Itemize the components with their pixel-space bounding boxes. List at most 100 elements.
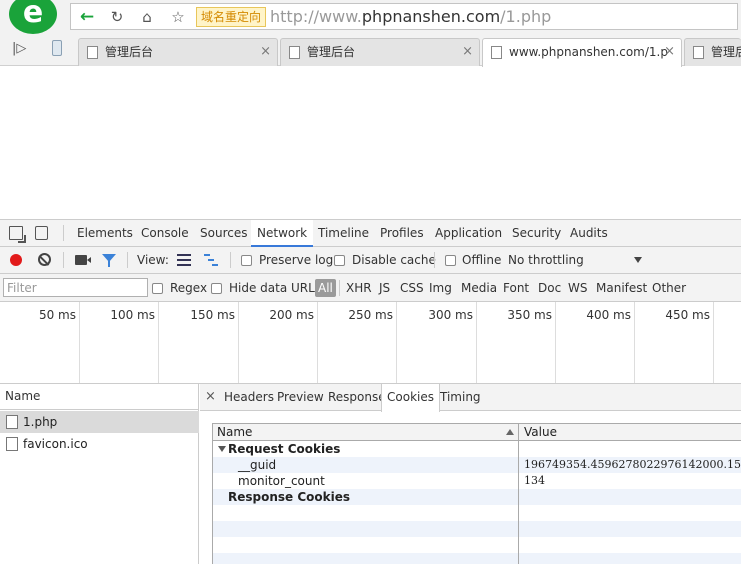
hide-data-urls-label: Hide data URLs [229, 281, 322, 295]
type-filter-all[interactable]: All [315, 279, 336, 297]
request-row[interactable]: favicon.ico [0, 433, 199, 455]
type-filter-css[interactable]: CSS [400, 274, 424, 302]
overview-icon[interactable] [204, 254, 218, 266]
cookie-group-row[interactable]: Request Cookies [213, 441, 741, 457]
record-icon[interactable] [10, 254, 22, 266]
timeline-gridline [238, 302, 239, 383]
type-filter-other[interactable]: Other [652, 274, 686, 302]
file-icon [6, 437, 18, 451]
table-row[interactable]: __guid 196749354.4596278022976142000.150… [213, 457, 741, 473]
sidebar-toggle-icon[interactable]: |▷ [12, 41, 26, 56]
reload-icon[interactable]: ↻ [105, 6, 129, 28]
tab-cookies[interactable]: Cookies [381, 384, 440, 412]
divider [434, 252, 435, 268]
tab-network[interactable]: Network [251, 220, 314, 247]
filter-input[interactable] [3, 278, 148, 297]
filter-bar: Regex Hide data URLs All XHR JS CSS Img … [0, 274, 741, 302]
redirect-badge[interactable]: 域名重定向 [196, 7, 267, 27]
back-arrow-icon[interactable]: ← [75, 6, 99, 28]
bookmark-star-icon[interactable]: ☆ [166, 6, 190, 28]
url-field[interactable]: http://www.phpnanshen.com/1.php [270, 7, 551, 27]
browser-tab[interactable]: 管理后台 × [78, 38, 278, 66]
column-header-value[interactable]: Value [524, 424, 557, 440]
timeline-gridline [396, 302, 397, 383]
column-divider[interactable] [518, 423, 519, 564]
type-filter-media[interactable]: Media [461, 274, 497, 302]
page-icon [87, 46, 98, 59]
offline-checkbox[interactable] [445, 255, 456, 266]
tab-close-icon[interactable]: × [462, 39, 473, 65]
browser-tab[interactable]: 管理后台 × [280, 38, 480, 66]
devtools-panel: Elements Console Sources Network Timelin… [0, 219, 741, 564]
expand-arrow-icon[interactable] [218, 446, 226, 452]
tab-headers[interactable]: Headers [221, 384, 277, 411]
timeline-gridline [634, 302, 635, 383]
cookie-group-label: Request Cookies [228, 442, 341, 456]
type-filter-js[interactable]: JS [379, 274, 390, 302]
cookie-group-row[interactable]: Response Cookies [213, 489, 741, 505]
tab-audits[interactable]: Audits [564, 220, 614, 247]
timeline-tick: 200 ms [269, 308, 314, 322]
column-header-name[interactable]: Name [217, 424, 252, 440]
inspect-element-icon[interactable] [9, 226, 26, 243]
tab-application[interactable]: Application [429, 220, 508, 247]
request-detail-pane: × Headers Preview Response Cookies Timin… [200, 384, 741, 564]
table-header: Name Value [213, 423, 741, 441]
tab-title: 管理后台 [307, 45, 356, 59]
tab-sources[interactable]: Sources [194, 220, 253, 247]
timeline-overview[interactable]: 50 ms 100 ms 150 ms 200 ms 250 ms 300 ms… [0, 302, 741, 384]
browser-tab[interactable]: 管理后台 [684, 38, 741, 66]
table-row[interactable]: monitor_count 134 [213, 473, 741, 489]
empty-row [213, 553, 741, 564]
browser-tab-active[interactable]: www.phpnanshen.com/1.p × [482, 38, 682, 67]
mobile-device-icon[interactable] [52, 40, 62, 56]
preserve-log-checkbox[interactable] [241, 255, 252, 266]
tab-console[interactable]: Console [135, 220, 195, 247]
type-filter-doc[interactable]: Doc [538, 274, 561, 302]
omnibox[interactable]: ← ↻ ⌂ ☆ 域名重定向 http://www.phpnanshen.com/… [70, 3, 738, 30]
column-header-name[interactable]: Name [0, 384, 199, 410]
divider [339, 280, 340, 296]
tab-elements[interactable]: Elements [71, 220, 139, 247]
timeline-tick: 450 ms [665, 308, 710, 322]
sort-arrow-icon[interactable] [506, 429, 514, 435]
large-rows-icon[interactable] [177, 254, 191, 266]
timeline-tick: 50 ms [38, 308, 76, 322]
tab-profiles[interactable]: Profiles [374, 220, 430, 247]
view-label: View: [137, 253, 169, 267]
type-filter-img[interactable]: Img [429, 274, 452, 302]
file-icon [6, 415, 18, 429]
chevron-down-icon[interactable] [634, 257, 642, 263]
throttling-select[interactable]: No throttling [508, 247, 584, 274]
request-row[interactable]: 1.php [0, 411, 199, 433]
divider [63, 252, 64, 268]
type-filter-ws[interactable]: WS [568, 274, 587, 302]
tab-close-icon[interactable]: × [664, 39, 675, 65]
disable-cache-checkbox[interactable] [334, 255, 345, 266]
tab-close-icon[interactable]: × [260, 39, 271, 65]
close-icon[interactable]: × [205, 384, 216, 410]
type-filter-font[interactable]: Font [503, 274, 529, 302]
tab-timeline[interactable]: Timeline [312, 220, 375, 247]
type-filter-xhr[interactable]: XHR [346, 274, 372, 302]
tab-preview[interactable]: Preview [274, 384, 327, 411]
clear-icon[interactable] [38, 253, 51, 266]
home-icon[interactable]: ⌂ [135, 6, 159, 28]
hide-data-urls-checkbox[interactable] [211, 283, 222, 294]
device-toolbar-icon[interactable] [35, 226, 48, 240]
capture-screenshots-icon[interactable] [75, 255, 91, 265]
cookie-group-label: Response Cookies [228, 490, 351, 504]
filter-icon[interactable] [102, 254, 116, 267]
url-host: phpnanshen.com [361, 7, 501, 26]
page-icon [289, 46, 300, 59]
browser-chrome: e ← ↻ ⌂ ☆ 域名重定向 http://www.phpnanshen.co… [0, 0, 741, 67]
tab-timing[interactable]: Timing [437, 384, 484, 411]
request-list: Name 1.php favicon.ico [0, 384, 199, 564]
timeline-tick: 100 ms [110, 308, 155, 322]
cookie-value: 134 [524, 474, 545, 487]
tab-security[interactable]: Security [506, 220, 567, 247]
regex-checkbox[interactable] [152, 283, 163, 294]
network-toolbar: View: Preserve log Disable cache Offline… [0, 247, 741, 274]
tab-response[interactable]: Response [325, 384, 389, 411]
type-filter-manifest[interactable]: Manifest [596, 274, 647, 302]
